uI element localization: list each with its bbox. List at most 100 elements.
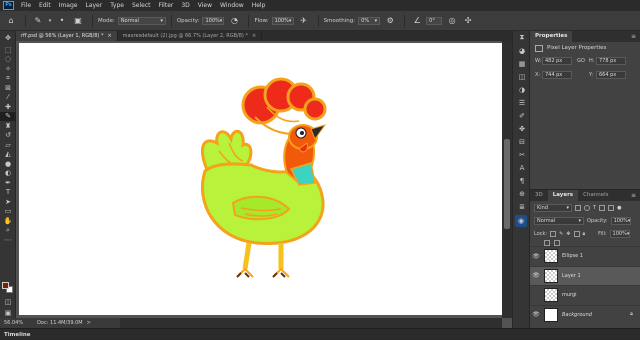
swatches-icon[interactable]: ▦	[513, 57, 531, 70]
pressure-size-icon[interactable]: ◎	[445, 14, 459, 28]
mode-select[interactable]: Normal ▾	[117, 16, 166, 25]
character-icon[interactable]: A	[513, 161, 531, 174]
healing-brush-tool-icon[interactable]: ✚	[0, 102, 16, 112]
menu-layer[interactable]: Layer	[81, 0, 106, 11]
lock-artboard-icon[interactable]	[573, 230, 580, 237]
symmetry-icon[interactable]: ✣	[461, 14, 475, 28]
paths-icon[interactable]: ✐	[513, 109, 531, 122]
flow-field[interactable]: 100% ▾	[271, 16, 294, 25]
x-field[interactable]: 744 px	[542, 71, 572, 79]
crop-tool-icon[interactable]: ⌗	[0, 74, 16, 84]
chevron-down-icon[interactable]: ▾	[47, 14, 53, 28]
blur-tool-icon[interactable]: ●	[0, 159, 16, 169]
adjustment-filter-icon[interactable]	[584, 204, 590, 211]
tab-maxresdefault[interactable]: maxresdefault (2).jpg @ 66.7% (Layer 2, …	[118, 31, 263, 41]
pixel-filter-icon[interactable]	[575, 204, 581, 211]
path-selection-tool-icon[interactable]: ➤	[0, 197, 16, 207]
eyedropper-tool-icon[interactable]: ⁄	[0, 93, 16, 103]
menu-help[interactable]: Help	[248, 0, 270, 11]
width-field[interactable]: 482 px	[542, 57, 572, 65]
quick-mask-icon[interactable]: ◫	[0, 297, 16, 307]
link-icon[interactable]: GO	[576, 58, 586, 64]
edit-toolbar-icon[interactable]: ⋯	[0, 235, 16, 245]
smoothing-field[interactable]: 0% ▾	[358, 16, 381, 25]
menu-edit[interactable]: Edit	[35, 0, 55, 11]
pressure-opacity-icon[interactable]: ◔	[227, 14, 241, 28]
tab-3d[interactable]: 3D	[530, 190, 548, 201]
vertical-scrollbar[interactable]	[502, 41, 512, 318]
foreground-color-swatch[interactable]	[2, 282, 9, 289]
lock-position-icon[interactable]: ✥	[566, 231, 570, 237]
gear-icon[interactable]: ⚙	[383, 14, 397, 28]
brush-settings-icon[interactable]: ✤	[513, 122, 531, 135]
lock-all-icon[interactable]: 🔒︎	[583, 231, 586, 237]
glyphs-icon[interactable]: ✂	[513, 148, 531, 161]
layer-name[interactable]: murgi	[562, 292, 640, 298]
lock-pixels-icon[interactable]: ✎	[559, 231, 563, 237]
menu-select[interactable]: Select	[128, 0, 155, 11]
airbrush-icon[interactable]: ✈	[297, 14, 311, 28]
eye-icon[interactable]: 👁︎	[530, 253, 542, 260]
paragraph-icon[interactable]: ¶	[513, 174, 531, 187]
y-field[interactable]: 664 px	[596, 71, 626, 79]
menu-file[interactable]: File	[17, 0, 35, 11]
pen-tool-icon[interactable]: ✒	[0, 178, 16, 188]
history-icon[interactable]: ⧗	[513, 31, 531, 44]
properties-icon[interactable]: ⊟	[513, 135, 531, 148]
lasso-tool-icon[interactable]: ◌	[0, 55, 16, 65]
type-filter-icon[interactable]: T	[593, 205, 596, 211]
brush-tool-icon[interactable]: ✎	[0, 111, 16, 121]
menu-image[interactable]: Image	[55, 0, 82, 11]
type-tool-icon[interactable]: T	[0, 188, 16, 198]
eraser-tool-icon[interactable]: ▱	[0, 140, 16, 150]
blend-mode-select[interactable]: Normal ▾	[534, 216, 584, 225]
zoom-tool-icon[interactable]: ⌕	[0, 226, 16, 236]
channels-icon[interactable]: ⊕	[513, 187, 531, 200]
move-tool-icon[interactable]: ✥	[0, 31, 16, 45]
menu-3d[interactable]: 3D	[177, 0, 193, 11]
status-menu-arrow[interactable]: >	[87, 320, 91, 326]
libraries-icon[interactable]: ◫	[513, 70, 531, 83]
layer-comps-icon[interactable]: ≣	[513, 200, 531, 213]
tab-properties[interactable]: Properties	[530, 31, 573, 42]
color-icon[interactable]: ◕	[513, 44, 531, 57]
clone-source-icon[interactable]: ◉	[515, 215, 527, 227]
frame-tool-icon[interactable]: ⊠	[0, 83, 16, 93]
home-icon[interactable]: ⌂	[4, 14, 18, 28]
document-canvas[interactable]	[19, 43, 502, 315]
marquee-tool-icon[interactable]: ⬚	[0, 45, 16, 55]
layer-row-layer-1[interactable]: 👁︎ Layer 1	[530, 265, 640, 285]
tab-layers[interactable]: Layers	[547, 190, 579, 201]
tab-channels[interactable]: Channels	[578, 190, 613, 201]
angle-field[interactable]: 0°	[426, 16, 443, 25]
opacity-field[interactable]: 100% ▾	[202, 16, 225, 25]
smart-object-filter-icon[interactable]	[608, 204, 615, 211]
hand-tool-icon[interactable]: ✋	[0, 216, 16, 226]
dodge-tool-icon[interactable]: ◐	[0, 169, 16, 179]
timeline-panel-tab[interactable]: Timeline	[0, 328, 640, 340]
rectangle-tool-icon[interactable]: ▭	[0, 207, 16, 217]
kind-filter-select[interactable]: Kind ▾	[534, 203, 572, 212]
layer-row-background[interactable]: 👁︎ Background 🔒︎	[530, 304, 640, 325]
layer-name[interactable]: Ellipse 1	[562, 253, 640, 259]
menu-type[interactable]: Type	[106, 0, 128, 11]
panel-menu-icon[interactable]: ≡	[631, 31, 640, 42]
lock-transparency-icon[interactable]	[550, 230, 557, 237]
adjustments-icon[interactable]: ◑	[513, 83, 531, 96]
menu-filter[interactable]: Filter	[155, 0, 178, 11]
paint-bucket-tool-icon[interactable]: ◭	[0, 150, 16, 160]
height-field[interactable]: 778 px	[596, 57, 626, 65]
menu-view[interactable]: View	[194, 0, 216, 11]
clone-stamp-tool-icon[interactable]: ♜	[0, 121, 16, 131]
screen-mode-icon[interactable]: ▣	[0, 308, 16, 318]
layer-row-ellipse-1[interactable]: 👁︎ Ellipse 1	[530, 246, 640, 266]
brush-tool-icon[interactable]: ✎	[31, 14, 45, 28]
eye-icon[interactable]: 👁︎	[530, 272, 542, 279]
tab-rff-psd[interactable]: rff.psd @ 56% (Layer 1, RGB/8) * ×	[16, 31, 118, 41]
close-icon[interactable]: ×	[107, 33, 111, 39]
fill-field[interactable]: 100% ▾	[609, 229, 630, 238]
brush-size-icon[interactable]: •	[55, 14, 69, 28]
layer-row-murgi[interactable]: murgi	[530, 285, 640, 305]
layer-name[interactable]: Layer 1	[562, 273, 640, 279]
history-brush-tool-icon[interactable]: ↺	[0, 131, 16, 141]
